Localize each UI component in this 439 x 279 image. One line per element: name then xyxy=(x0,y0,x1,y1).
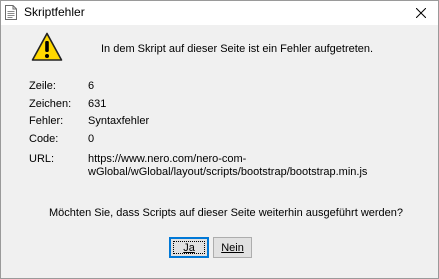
char-label: Zeichen: xyxy=(29,98,72,110)
line-label: Zeile: xyxy=(29,80,56,92)
code-label: Code: xyxy=(29,133,59,145)
document-icon xyxy=(5,5,17,20)
close-icon xyxy=(416,8,426,18)
url-label: URL: xyxy=(29,153,55,165)
no-button[interactable]: Nein xyxy=(213,237,252,258)
close-button[interactable] xyxy=(404,1,438,25)
url-line-2: wGlobal/wGlobal/layout/scripts/bootstrap… xyxy=(88,166,368,178)
script-error-dialog: Skriptfehler In dem Skript auf dieser Se… xyxy=(0,0,439,279)
no-button-label: Nein xyxy=(221,241,244,254)
url-value: https://www.nero.com/nero-com- wGlobal/w… xyxy=(88,153,408,179)
line-value: 6 xyxy=(88,80,95,92)
code-value: 0 xyxy=(88,133,95,145)
dialog-body: In dem Skript auf dieser Seite ist ein F… xyxy=(1,25,438,278)
yes-button-label: Ja xyxy=(183,241,195,254)
title-bar: Skriptfehler xyxy=(1,1,438,25)
yes-button[interactable]: Ja xyxy=(169,237,209,258)
url-line-1: https://www.nero.com/nero-com- xyxy=(88,153,247,165)
error-message: In dem Skript auf dieser Seite ist ein F… xyxy=(101,43,374,55)
window-title: Skriptfehler xyxy=(24,5,85,19)
error-value: Syntaxfehler xyxy=(88,115,150,127)
continue-question: Möchten Sie, dass Scripts auf dieser Sei… xyxy=(49,207,404,219)
char-value: 631 xyxy=(88,98,107,110)
warning-icon xyxy=(31,32,63,61)
error-label: Fehler: xyxy=(29,115,64,127)
